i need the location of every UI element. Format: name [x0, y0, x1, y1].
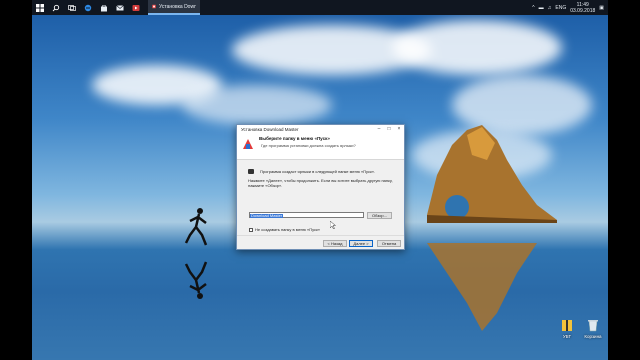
system-tray: ^ ▬ ♫ ENG 11:49 03.09.2018 ▣ [532, 0, 608, 15]
chevron-up-icon[interactable]: ^ [532, 5, 534, 11]
next-button[interactable]: Далее > [349, 240, 373, 247]
taskbar-app-title: Установка Download Master [159, 3, 196, 10]
network-icon[interactable]: ▬ [539, 5, 544, 11]
rock-reflection-image [427, 243, 537, 331]
runner-reflection [184, 261, 208, 299]
installer-dialog: Установка Download Master – □ × Выберите… [236, 124, 405, 250]
media-icon[interactable] [128, 0, 144, 15]
folder-input[interactable]: Download Master [249, 212, 364, 218]
clock-date: 03.09.2018 [570, 7, 596, 14]
cancel-button[interactable]: Отмена [377, 240, 401, 247]
header-subtitle: Где программа установки должна создать я… [261, 143, 356, 148]
header-title: Выберите папку в меню «Пуск» [259, 136, 330, 141]
runner-silhouette [184, 208, 208, 246]
maximize-icon[interactable]: □ [384, 126, 394, 132]
desktop-icon-ubt[interactable]: УБТ [554, 318, 580, 339]
dialog-title: Установка Download Master [241, 126, 299, 132]
folder-input-value: Download Master [250, 213, 284, 218]
info-text: Программа создаст ярлыки в следующей пап… [260, 169, 376, 174]
windows-start-icon[interactable] [32, 0, 48, 15]
mouse-cursor-icon [330, 221, 336, 229]
language-indicator[interactable]: ENG [555, 5, 566, 11]
checkbox-label: Не создавать папку в меню «Пуск» [255, 227, 321, 232]
desktop-icon-label: Корзина [584, 334, 602, 339]
clock[interactable]: 11:49 03.09.2018 [570, 2, 595, 14]
task-view-icon[interactable] [64, 0, 80, 15]
download-master-logo-icon [241, 137, 255, 151]
browse-button[interactable]: Обзор... [367, 212, 392, 219]
instruction-text: Нажмите «Далее», чтобы продолжить. Если … [248, 178, 393, 188]
desktop-icon-label: УБТ [562, 334, 572, 339]
taskbar: Установка Download Master ^ ▬ ♫ ENG 11:4… [32, 0, 608, 15]
screen: Установка Download Master ^ ▬ ♫ ENG 11:4… [0, 0, 640, 360]
no-start-menu-folder-checkbox[interactable]: Не создавать папку в меню «Пуск» [249, 227, 320, 232]
checkbox-box[interactable] [249, 227, 253, 232]
recycle-bin-icon [588, 320, 598, 332]
dialog-footer: Не создавать папку в меню «Пуск» < Назад… [237, 227, 404, 249]
desktop-icon-recycle-bin[interactable]: Корзина [580, 318, 606, 339]
dialog-titlebar[interactable]: Установка Download Master – □ × [237, 125, 404, 133]
store-icon[interactable] [96, 0, 112, 15]
close-icon[interactable]: × [394, 126, 404, 132]
taskbar-app-installer[interactable]: Установка Download Master [148, 0, 200, 15]
mail-icon[interactable] [112, 0, 128, 15]
archive-icon [562, 320, 572, 331]
edge-icon[interactable] [80, 0, 96, 15]
folder-icon [248, 169, 254, 174]
back-button[interactable]: < Назад [323, 240, 347, 247]
rock-arch-image [427, 125, 557, 223]
dialog-body: Программа создаст ярлыки в следующей пап… [237, 160, 404, 235]
installer-icon [152, 4, 156, 9]
volume-icon[interactable]: ♫ [548, 5, 552, 11]
notification-icon[interactable]: ▣ [599, 5, 604, 11]
search-icon[interactable] [48, 0, 64, 15]
minimize-icon[interactable]: – [374, 126, 384, 132]
dialog-header: Выберите папку в меню «Пуск» Где програм… [237, 133, 404, 160]
